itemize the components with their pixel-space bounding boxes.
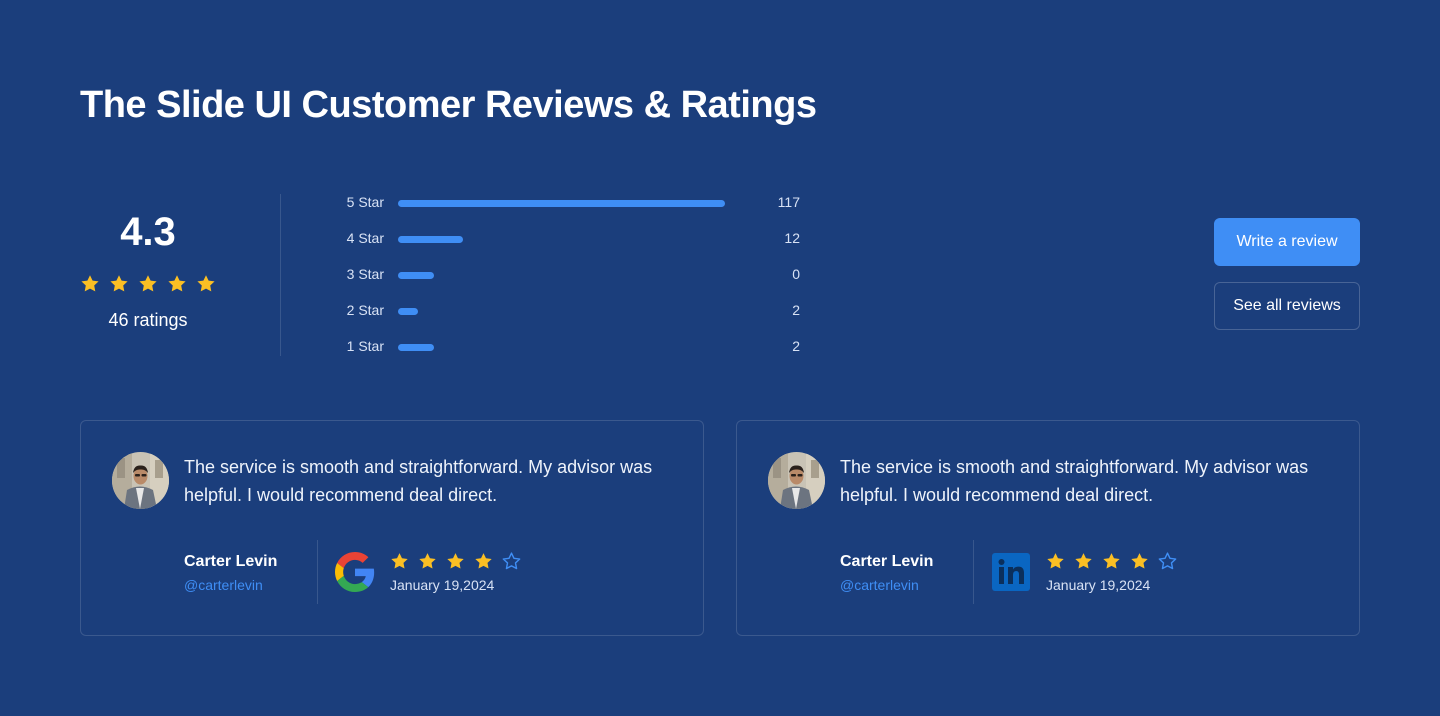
average-rating: 4.3 — [120, 210, 176, 254]
star-filled-icon — [197, 275, 215, 292]
star-filled-icon — [168, 275, 186, 292]
star-filled-icon — [110, 275, 128, 292]
star-filled-icon — [419, 553, 436, 569]
rating-bar-label: 4 Star — [346, 230, 384, 246]
ratings-count: 46 ratings — [108, 310, 188, 330]
rating-bar-count: 0 — [792, 266, 800, 282]
rating-bar-count: 12 — [784, 230, 800, 246]
star-filled-icon — [447, 553, 464, 569]
page-title: The Slide UI Customer Reviews & Ratings — [80, 84, 817, 126]
reviewer-name: Carter Levin — [184, 553, 278, 570]
star-filled-icon — [475, 553, 492, 569]
card-divider — [973, 540, 974, 604]
review-date: January 19,2024 — [1046, 577, 1151, 593]
review-stars — [1046, 552, 1177, 571]
review-card: The service is smooth and straightforwar… — [736, 420, 1360, 636]
star-filled-icon — [1131, 553, 1148, 569]
avatar — [112, 452, 169, 509]
rating-bar-fill — [398, 272, 434, 279]
avatar — [768, 452, 825, 509]
rating-bar-label: 1 Star — [346, 338, 384, 354]
rating-bar-count: 2 — [792, 338, 800, 354]
star-filled-icon — [139, 275, 157, 292]
star-filled-icon — [1075, 553, 1092, 569]
rating-bar-row: 1 Star 2 — [330, 334, 810, 370]
card-divider — [317, 540, 318, 604]
rating-summary: 4.3 46 ratings — [80, 196, 216, 331]
rating-bar-row: 5 Star 117 — [330, 190, 810, 226]
reviewer-handle[interactable]: @carterlevin — [840, 577, 919, 593]
rating-bar-label: 5 Star — [346, 194, 384, 210]
rating-bar-fill — [398, 200, 725, 207]
reviewer-handle[interactable]: @carterlevin — [184, 577, 263, 593]
rating-bar-count: 2 — [792, 302, 800, 318]
rating-bar-row: 3 Star 0 — [330, 262, 810, 298]
star-filled-icon — [1047, 553, 1064, 569]
google-logo-icon — [335, 552, 375, 592]
star-filled-icon — [81, 275, 99, 292]
star-outline-icon — [1158, 552, 1177, 570]
review-card: The service is smooth and straightforwar… — [80, 420, 704, 636]
review-stars — [390, 552, 521, 571]
summary-divider — [280, 194, 281, 356]
average-stars — [80, 274, 216, 294]
rating-bar-fill — [398, 344, 434, 351]
star-outline-icon — [502, 552, 521, 570]
rating-breakdown: 5 Star 117 4 Star 12 3 Star 0 2 Star 2 1… — [330, 190, 810, 370]
review-date: January 19,2024 — [390, 577, 495, 593]
star-filled-icon — [391, 553, 408, 569]
star-filled-icon — [1103, 553, 1120, 569]
rating-bar-label: 2 Star — [346, 302, 384, 318]
write-review-button[interactable]: Write a review — [1214, 218, 1360, 266]
review-text: The service is smooth and straightforwar… — [184, 457, 653, 505]
review-text: The service is smooth and straightforwar… — [840, 457, 1309, 505]
see-all-reviews-button[interactable]: See all reviews — [1214, 282, 1360, 330]
rating-bar-row: 4 Star 12 — [330, 226, 810, 262]
rating-bar-fill — [398, 308, 418, 315]
rating-bar-count: 117 — [777, 194, 800, 210]
rating-bar-fill — [398, 236, 463, 243]
rating-bar-row: 2 Star 2 — [330, 298, 810, 334]
linkedin-logo-icon — [991, 552, 1031, 592]
reviewer-name: Carter Levin — [840, 553, 934, 570]
rating-bar-label: 3 Star — [346, 266, 384, 282]
